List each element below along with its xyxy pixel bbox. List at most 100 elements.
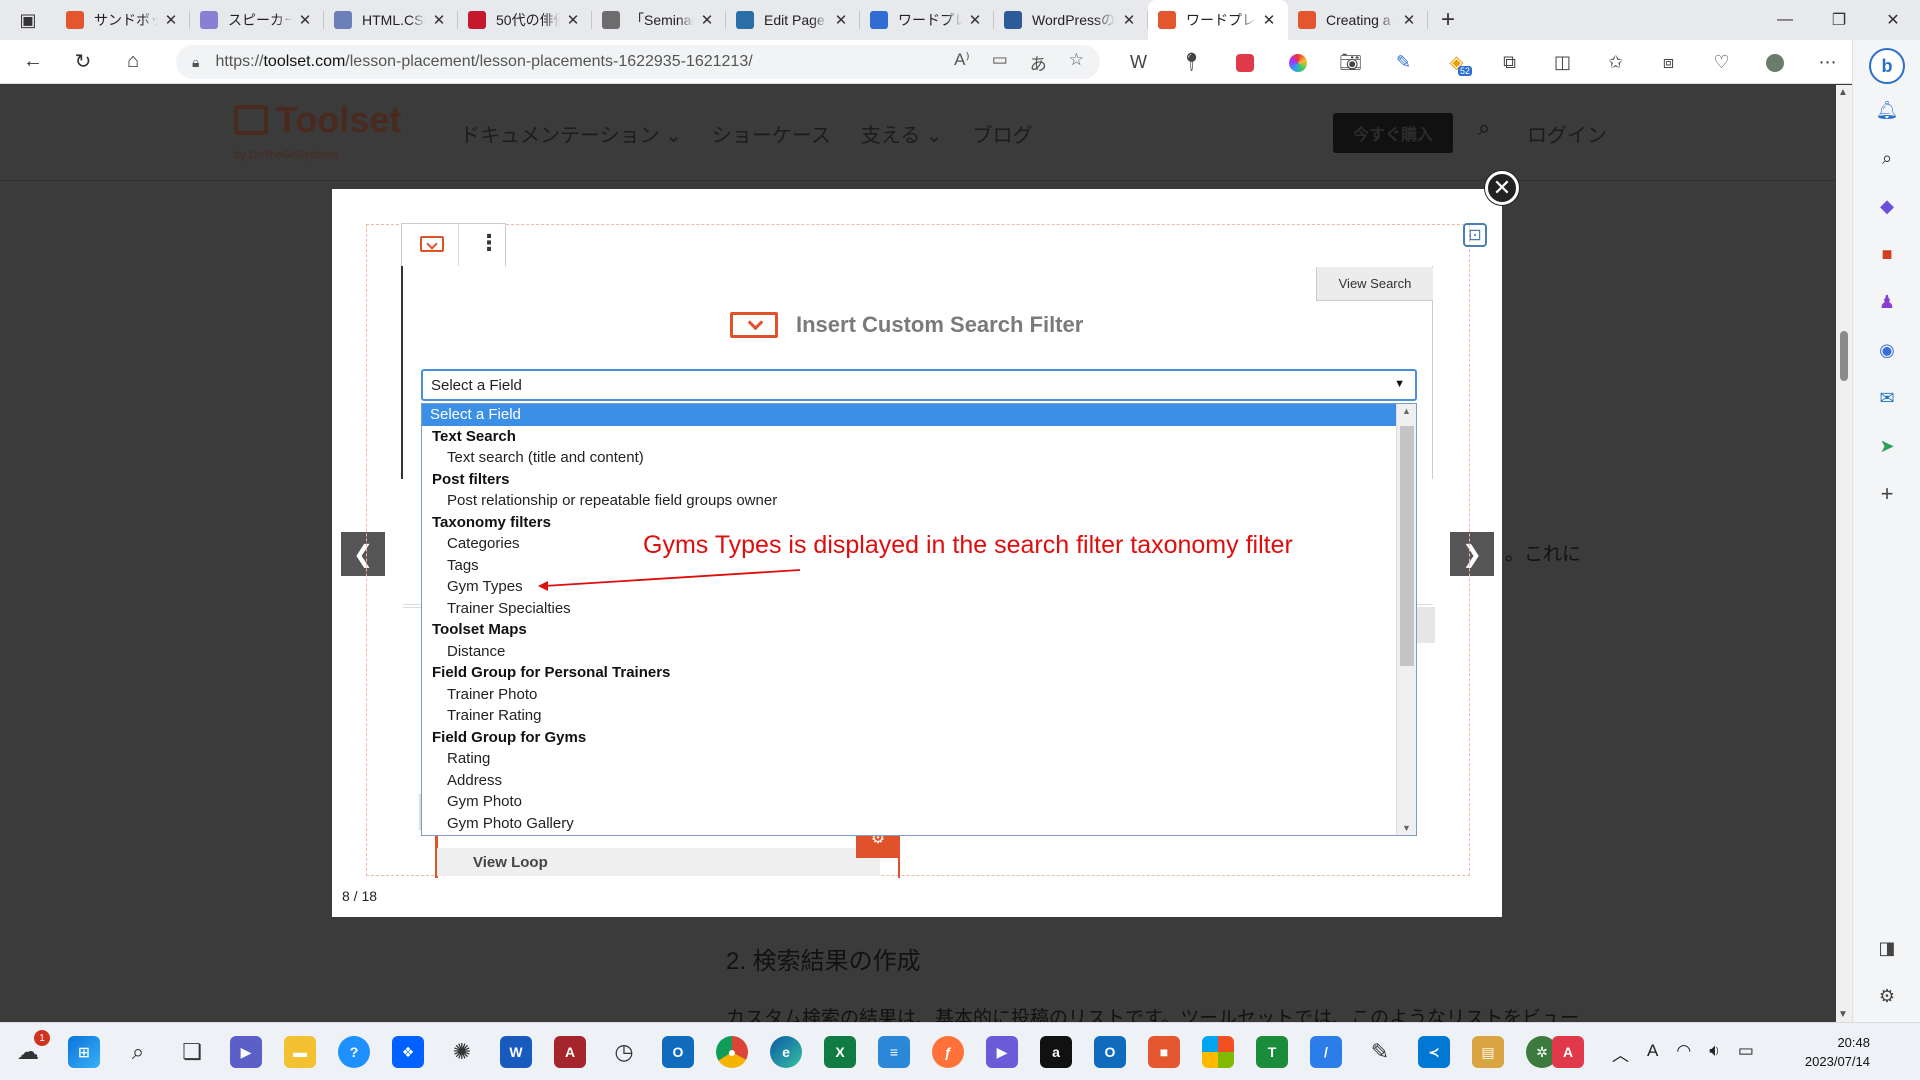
tab-close-icon[interactable]: ✕ <box>162 11 180 29</box>
more-menu-icon[interactable]: ⋯ <box>1801 52 1854 73</box>
media-icon[interactable]: ▶ <box>986 1036 1018 1068</box>
help-icon[interactable]: ? <box>338 1036 370 1068</box>
vscode-icon[interactable]: ≺ <box>1418 1036 1450 1068</box>
weather-icon[interactable]: ☁ 1 <box>12 1030 50 1068</box>
login-link[interactable]: ログイン <box>1527 119 1607 148</box>
firefox-icon[interactable]: ƒ <box>932 1036 964 1068</box>
tab-actions-icon[interactable]: ▣ <box>0 0 56 40</box>
minimize-icon[interactable]: — <box>1758 0 1812 40</box>
tab-9[interactable]: ワードプレスで✕ <box>1148 0 1288 40</box>
edge-icon[interactable]: e <box>770 1036 802 1068</box>
select-option[interactable]: Trainer Photo <box>422 684 1396 706</box>
app-icon-1[interactable]: ✺ <box>446 1036 478 1068</box>
dropdown-scrollbar[interactable]: ▲ ▼ <box>1396 404 1416 835</box>
extension-camera-icon[interactable]: 📷︎ <box>1324 52 1377 73</box>
excel-icon[interactable]: X <box>824 1036 856 1068</box>
sidebar-search-icon[interactable]: ⌕ <box>1873 144 1901 172</box>
tab-1[interactable]: サンドボックスで✕ <box>56 0 190 40</box>
clock-app-icon[interactable]: ◷ <box>608 1036 640 1068</box>
tab-close-icon[interactable]: ✕ <box>966 11 984 29</box>
scroll-down-icon[interactable]: ▼ <box>1402 823 1411 833</box>
start-icon[interactable]: ⊞ <box>68 1036 100 1068</box>
tab-10[interactable]: Creating a Cu✕ <box>1288 0 1428 40</box>
word-icon[interactable]: W <box>500 1036 532 1068</box>
profile-avatar[interactable] <box>1748 52 1801 73</box>
browser-essentials-icon[interactable]: ♡ <box>1695 52 1748 73</box>
tools-briefcase-icon[interactable]: ■ <box>1873 240 1901 268</box>
select-option[interactable]: Address <box>422 770 1396 792</box>
extension-color-icon[interactable] <box>1271 52 1324 73</box>
extension-w-icon[interactable]: W <box>1112 52 1165 73</box>
tab-close-icon[interactable]: ✕ <box>564 11 582 29</box>
nav-support[interactable]: 支える ⌄ <box>861 119 943 148</box>
tab-close-icon[interactable]: ✕ <box>832 11 850 29</box>
outlook-taskbar-icon[interactable]: O <box>662 1036 694 1068</box>
volume-icon[interactable]: 🔉︎ <box>1709 1041 1720 1066</box>
clock[interactable]: 20:48 2023/07/14 <box>1790 1033 1870 1071</box>
chevron-down-icon[interactable]: ▼ <box>1394 378 1405 390</box>
more-options-icon[interactable]: ⋮ <box>478 232 500 254</box>
teams-icon[interactable]: ▶ <box>230 1036 262 1068</box>
extensions-puzzle-icon[interactable]: ⧉ <box>1483 52 1536 73</box>
refresh-icon[interactable]: ↻ <box>58 40 108 84</box>
sidebar-panel-icon[interactable]: ◨ <box>1873 934 1901 962</box>
site-search-icon[interactable]: ⌕ <box>1478 115 1490 141</box>
buy-now-button[interactable]: 今すぐ購入 <box>1333 113 1453 153</box>
app-icon-3[interactable]: / <box>1310 1036 1342 1068</box>
select-option[interactable]: Trainer Rating <box>422 705 1396 727</box>
amazon-icon[interactable]: a <box>1040 1036 1072 1068</box>
scroll-up-icon[interactable]: ▲ <box>1838 87 1848 98</box>
notepad-icon[interactable]: ≡ <box>878 1036 910 1068</box>
copilot-icon[interactable]: b <box>1869 48 1905 84</box>
wifi-icon[interactable]: ◠ <box>1676 1041 1691 1066</box>
nav-documentation[interactable]: ドキュメンテーション ⌄ <box>460 119 682 148</box>
tab-2[interactable]: スピーカー - スト✕ <box>190 0 324 40</box>
split-screen-icon[interactable]: ◫ <box>1536 52 1589 73</box>
send-drop-icon[interactable]: ➤ <box>1873 432 1901 460</box>
tab-close-icon[interactable]: ✕ <box>430 11 448 29</box>
extension-acrobat-icon[interactable] <box>1218 52 1271 73</box>
tab-close-icon[interactable]: ✕ <box>1120 11 1138 29</box>
app-icon-5[interactable]: ▤ <box>1472 1036 1504 1068</box>
field-select[interactable]: Select a Field ▼ <box>421 369 1417 401</box>
tab-6[interactable]: Edit Page “新✕ <box>726 0 860 40</box>
toolset-app-icon[interactable]: ■ <box>1148 1036 1180 1068</box>
tab-3[interactable]: HTML.CSS ✕ <box>324 0 458 40</box>
add-sidebar-app-icon[interactable]: + <box>1873 480 1901 508</box>
tray-chevron-up-icon[interactable]: ︿ <box>1612 1041 1629 1066</box>
outlook-new-icon[interactable]: O <box>1094 1036 1126 1068</box>
battery-icon[interactable]: ▭ <box>1738 1041 1754 1066</box>
lock-icon[interactable]: 🔒︎ <box>192 54 199 71</box>
select-option[interactable]: Gym Photo <box>422 791 1396 813</box>
collections-icon[interactable]: ⧈ <box>1642 52 1695 73</box>
select-option[interactable]: Distance <box>422 641 1396 663</box>
back-icon[interactable]: ← <box>8 40 58 84</box>
scroll-up-icon[interactable]: ▲ <box>1402 406 1411 416</box>
reader-view-icon[interactable]: ▭ <box>992 50 1008 75</box>
tab-close-icon[interactable]: ✕ <box>698 11 716 29</box>
site-logo[interactable]: Toolset <box>234 99 401 141</box>
tab-close-icon[interactable]: ✕ <box>1400 11 1418 29</box>
tab-close-icon[interactable]: ✕ <box>296 11 314 29</box>
favorites-icon[interactable]: ✩ <box>1589 52 1642 73</box>
acrobat-icon[interactable]: A <box>1552 1036 1584 1068</box>
microsoft365-icon[interactable]: ◉ <box>1873 336 1901 364</box>
select-option[interactable]: Trainer Specialties <box>422 598 1396 620</box>
home-icon[interactable]: ⌂ <box>108 40 158 84</box>
extension-pin-icon[interactable]: 📍︎ <box>1165 52 1218 73</box>
dropdown-scroll-thumb[interactable] <box>1400 426 1414 666</box>
tab-4[interactable]: 50代の俳優人✕ <box>458 0 592 40</box>
app-icon-4[interactable]: ✎ <box>1364 1036 1396 1068</box>
view-search-button[interactable]: View Search <box>1316 267 1433 301</box>
shopping-tag-icon[interactable]: ◆ <box>1873 192 1901 220</box>
nav-blog[interactable]: ブログ <box>973 119 1033 148</box>
read-aloud-icon[interactable]: A⁾ <box>954 50 970 75</box>
dropbox-icon[interactable]: ❖ <box>392 1036 424 1068</box>
task-view-icon[interactable]: ❏ <box>176 1036 208 1068</box>
select-option[interactable]: Gym Photo Gallery <box>422 813 1396 835</box>
extension-rss-icon[interactable]: ◈ 52 <box>1430 52 1483 76</box>
tab-5[interactable]: 「Seminar Tea✕ <box>592 0 726 40</box>
new-tab-button[interactable]: + <box>1428 6 1468 34</box>
page-scrollbar[interactable]: ▲ ▼ <box>1836 85 1852 1022</box>
extension-pen-icon[interactable]: ✎ <box>1377 52 1430 73</box>
